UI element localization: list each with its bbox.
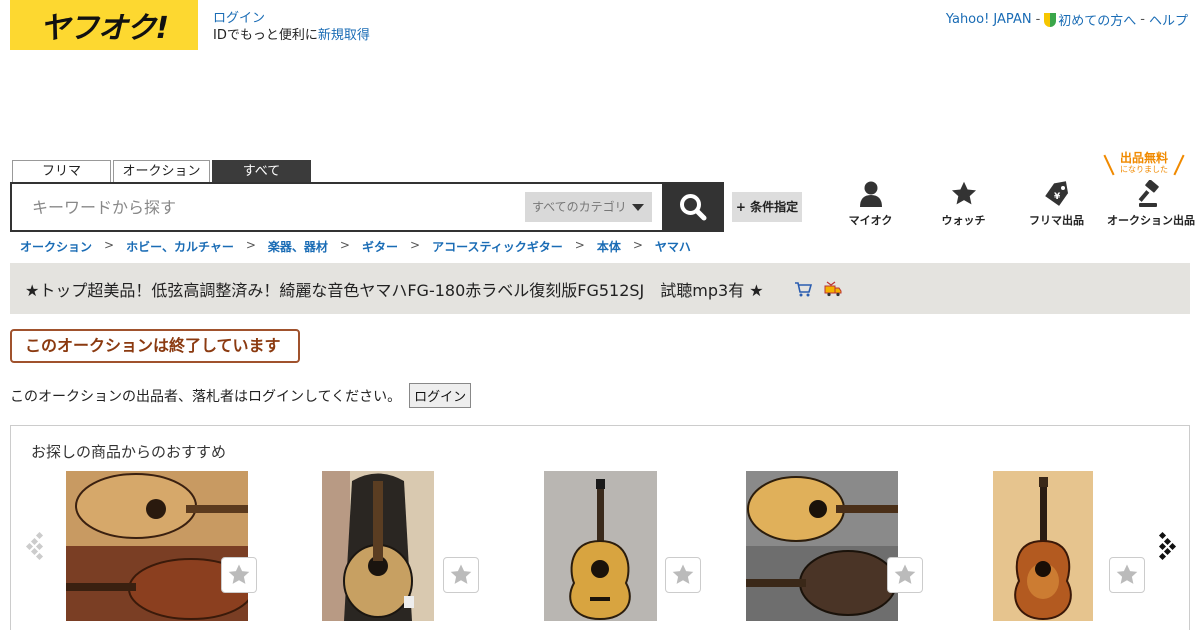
- breadcrumb-item[interactable]: 本体: [597, 238, 621, 255]
- search-box: すべてのカテゴリ: [10, 182, 724, 232]
- item-title: ★トップ超美品！低弦高調整済み！綺麗な音色ヤマハFG-180赤ラベル復刻版FG5…: [25, 280, 764, 300]
- carousel-prev-icon[interactable]: [25, 531, 47, 561]
- breadcrumb-item[interactable]: オークション: [20, 238, 92, 255]
- watch-star-button[interactable]: [665, 557, 701, 593]
- product-image[interactable]: [746, 471, 898, 621]
- nav-myauction-label: マイオク: [848, 214, 893, 227]
- login-note-text: このオークションの出品者、落札者はログインしてください。: [10, 388, 402, 405]
- search-input[interactable]: [22, 192, 512, 222]
- category-select-label: すべてのカテゴリ: [532, 200, 627, 214]
- product-image[interactable]: [544, 471, 657, 621]
- item-title-bar: ★トップ超美品！低弦高調整済み！綺麗な音色ヤマハFG-180赤ラベル復刻版FG5…: [10, 263, 1190, 314]
- yahuoku-logo[interactable]: ヤフオク!: [10, 0, 198, 50]
- star-icon: [1116, 564, 1138, 584]
- star-icon: [672, 564, 694, 584]
- watch-star-button[interactable]: [887, 557, 923, 593]
- product-image[interactable]: [66, 471, 248, 621]
- condition-button[interactable]: + 条件指定: [732, 192, 802, 222]
- beginner-link[interactable]: 初めての方へ: [1044, 10, 1136, 29]
- link-separator: -: [1035, 12, 1041, 27]
- delivery-truck-icon: [824, 281, 842, 296]
- nav-furima-label: フリマ出品: [1029, 214, 1084, 227]
- star-icon: [951, 181, 976, 205]
- breadcrumb-item[interactable]: アコースティックギター: [432, 238, 563, 255]
- recommendation-panel: お探しの商品からのおすすめ: [10, 425, 1190, 630]
- title-icons: [794, 281, 842, 297]
- login-note: このオークションの出品者、落札者はログインしてください。 ログイン: [10, 383, 472, 408]
- tab-all[interactable]: すべて: [212, 160, 311, 183]
- price-tag-icon: ¥: [1044, 181, 1068, 206]
- free-badge-sub: になりました: [1120, 165, 1168, 174]
- link-separator: -: [1140, 12, 1145, 27]
- auction-ended-notice: このオークションは終了しています: [10, 329, 300, 363]
- breadcrumb-item[interactable]: ヤマハ: [655, 238, 691, 255]
- recommend-heading: お探しの商品からのおすすめ: [31, 443, 227, 461]
- free-badge-title: 出品無料: [1119, 151, 1168, 165]
- shopping-cart-icon: [794, 281, 812, 296]
- nav-myauction[interactable]: マイオク: [824, 180, 917, 228]
- yahoo-japan-link[interactable]: Yahoo! JAPAN: [946, 12, 1032, 27]
- search-icon: [680, 194, 707, 221]
- nav-watch-label: ウォッチ: [941, 214, 986, 227]
- login-box: ログイン IDでもっと便利に新規取得: [213, 10, 370, 44]
- help-link[interactable]: ヘルプ: [1149, 10, 1188, 29]
- nav-watch[interactable]: ウォッチ: [917, 180, 1010, 228]
- beginner-mark-icon: [1044, 13, 1057, 27]
- top-links: Yahoo! JAPAN - 初めての方へ - ヘルプ: [946, 10, 1188, 29]
- star-icon: [228, 564, 250, 584]
- watch-star-button[interactable]: [443, 557, 479, 593]
- signup-link[interactable]: 新規取得: [318, 28, 370, 43]
- carousel-next-icon[interactable]: [1155, 531, 1177, 561]
- star-icon: [450, 564, 472, 584]
- login-button[interactable]: ログイン: [409, 383, 472, 408]
- watch-star-button[interactable]: [221, 557, 257, 593]
- gavel-icon: [1138, 180, 1159, 207]
- header-nav: マイオク ウォッチ ¥ フリマ出品 オークション出品: [824, 180, 1199, 228]
- login-prompt-text: IDでもっと便利に: [213, 28, 318, 43]
- watch-star-button[interactable]: [1109, 557, 1145, 593]
- dropdown-arrow-icon: [632, 204, 644, 211]
- product-image[interactable]: [322, 471, 434, 621]
- login-link[interactable]: ログイン: [213, 11, 265, 26]
- tab-furima[interactable]: フリマ: [12, 160, 111, 183]
- category-select[interactable]: すべてのカテゴリ: [525, 192, 652, 222]
- star-icon: [894, 564, 916, 584]
- nav-furima-listing[interactable]: ¥ フリマ出品: [1010, 180, 1103, 228]
- svg-text:¥: ¥: [1054, 192, 1061, 202]
- nav-auction-listing[interactable]: オークション出品: [1103, 180, 1199, 228]
- breadcrumb-item[interactable]: 楽器、器材: [268, 238, 328, 255]
- search-tabs: フリマ オークション すべて: [12, 160, 313, 183]
- breadcrumb: オークション > ホビー、カルチャー > 楽器、器材 > ギター > アコースティックギ…: [20, 238, 691, 255]
- logo-text: ヤフオク!: [39, 11, 169, 46]
- breadcrumb-item[interactable]: ホビー、カルチャー: [126, 238, 234, 255]
- person-icon: [859, 181, 882, 207]
- breadcrumb-item[interactable]: ギター: [362, 238, 398, 255]
- nav-auction-label: オークション出品: [1107, 214, 1195, 227]
- free-listing-badge: 出品無料 になりました: [1103, 151, 1185, 176]
- search-button[interactable]: [662, 182, 724, 232]
- product-image[interactable]: [993, 471, 1093, 621]
- tab-auction[interactable]: オークション: [113, 160, 210, 183]
